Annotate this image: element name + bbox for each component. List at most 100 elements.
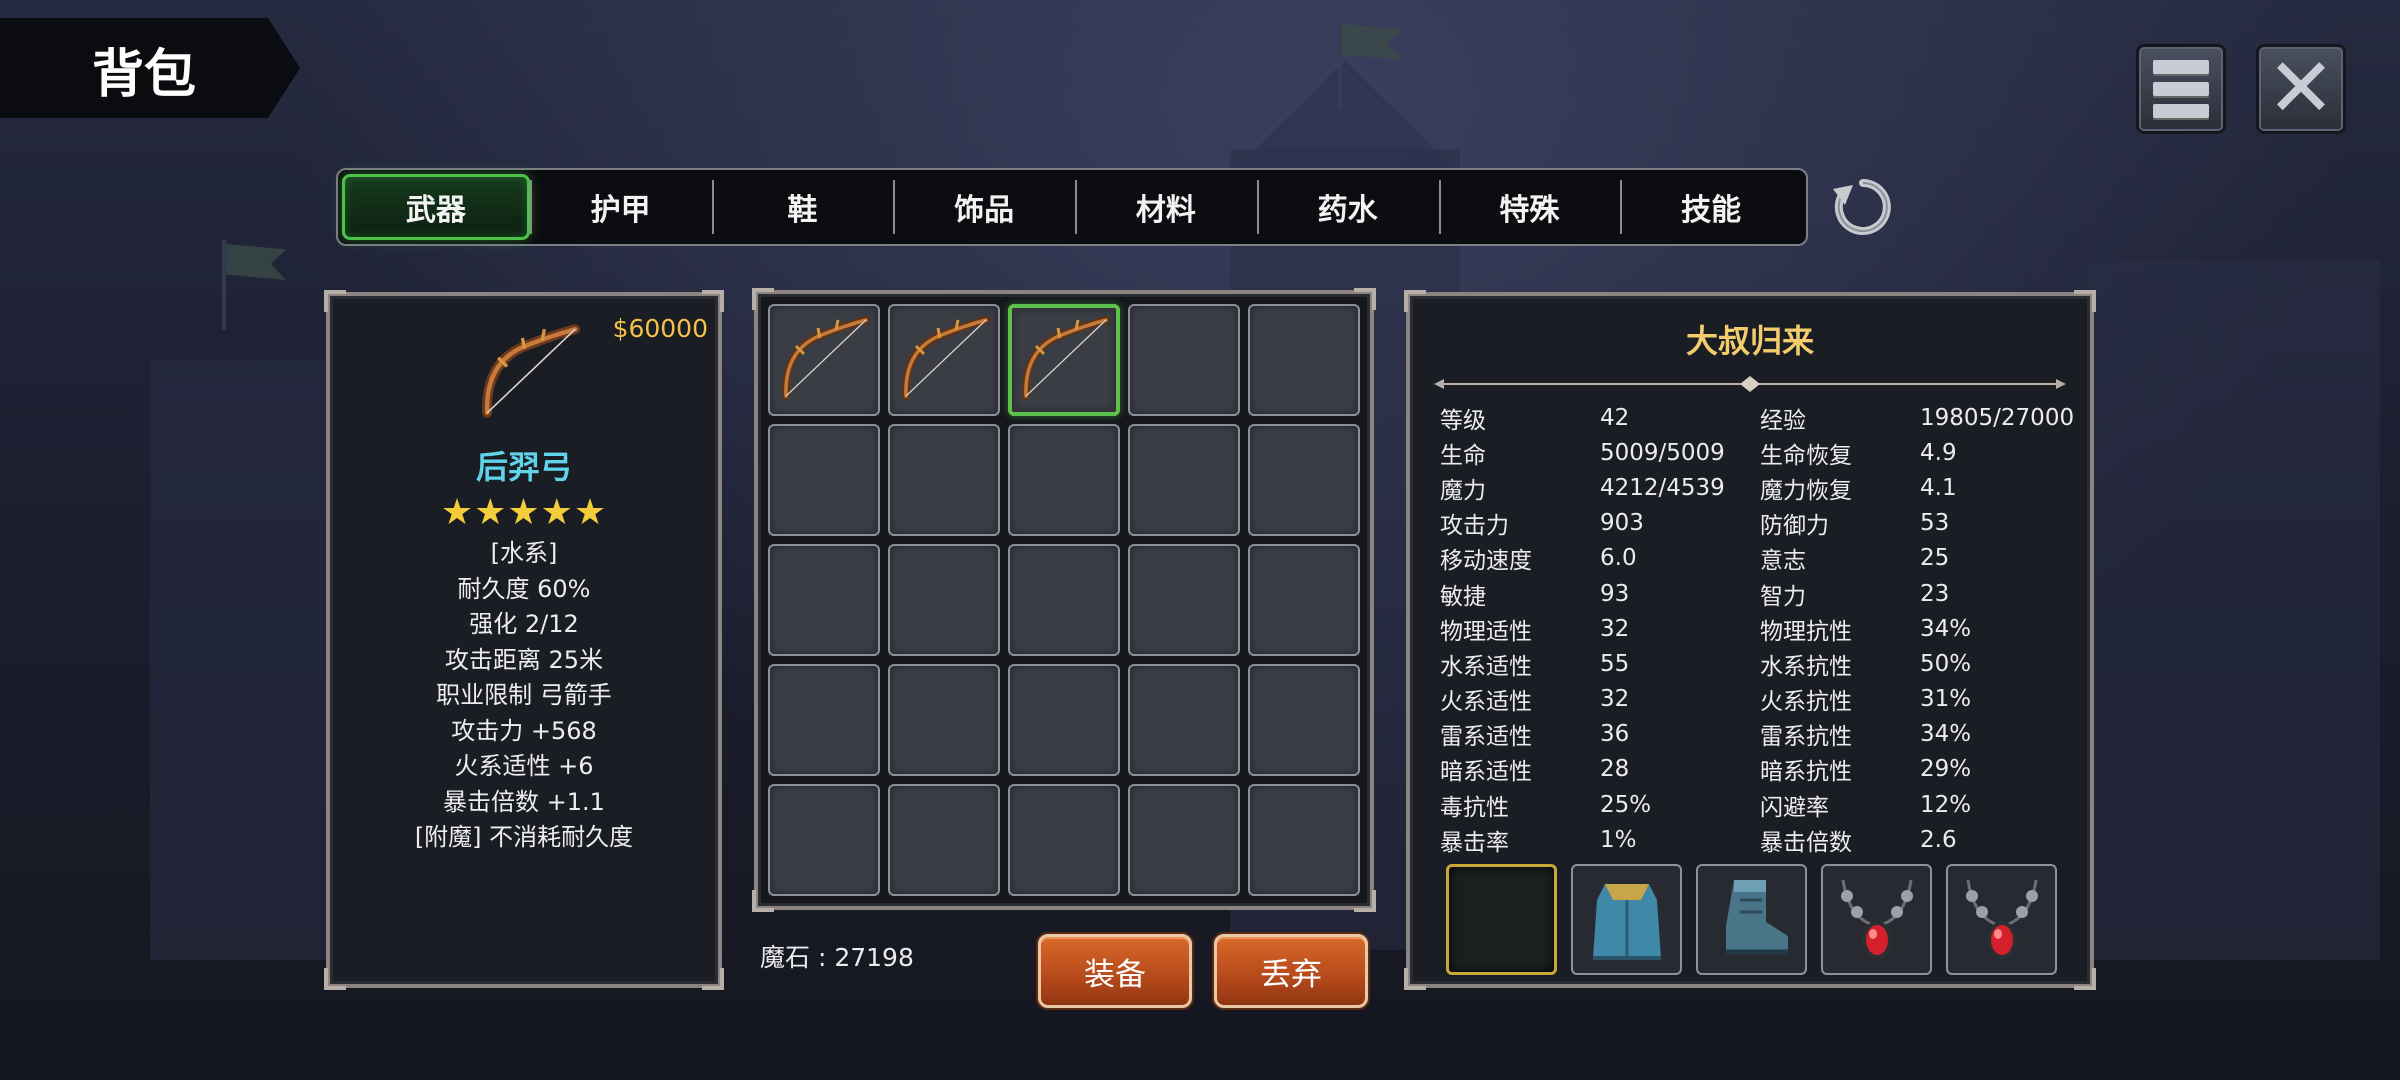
inventory-slot-empty[interactable] — [768, 424, 880, 536]
stat-label: 等级 — [1440, 407, 1486, 434]
necklace-icon — [1954, 870, 2050, 970]
stat-row: 等级 42 经验 19805/27000 — [1440, 400, 2080, 435]
stat-value: 1% — [1600, 826, 1637, 853]
inventory-slot-empty[interactable] — [1128, 784, 1240, 896]
stat-label: 水系适性 — [1440, 653, 1532, 680]
bow-icon — [894, 308, 994, 412]
stat-label: 雷系抗性 — [1760, 724, 1852, 751]
equipment-slot[interactable] — [1571, 864, 1682, 975]
stat-value: 53 — [1920, 510, 1950, 537]
stat-value: 4212/4539 — [1600, 474, 1725, 501]
stat-label: 水系抗性 — [1760, 653, 1852, 680]
stat-value: 32 — [1600, 686, 1630, 713]
item-attribute: [水系] — [490, 539, 558, 567]
stat-label: 魔力恢复 — [1760, 477, 1852, 504]
stat-label: 意志 — [1760, 548, 1806, 575]
stat-value: 4.1 — [1920, 474, 1957, 501]
discard-button[interactable]: 丢弃 — [1214, 934, 1368, 1008]
tab-material[interactable]: 材料 — [1075, 174, 1257, 240]
stat-label: 雷系适性 — [1440, 724, 1532, 751]
stat-value: 5009/5009 — [1600, 439, 1725, 466]
tab-armor[interactable]: 护甲 — [529, 174, 712, 240]
equip-button[interactable]: 装备 — [1038, 934, 1192, 1008]
inventory-slot-empty[interactable] — [768, 664, 880, 776]
stat-value: 34% — [1920, 721, 1972, 748]
menu-button[interactable] — [2136, 44, 2226, 134]
stat-label: 暴击率 — [1440, 829, 1509, 856]
item-attribute: 火系适性 +6 — [454, 752, 594, 780]
inventory-slot-empty[interactable] — [1008, 544, 1120, 656]
inventory-slot-empty[interactable] — [768, 784, 880, 896]
tab-potion[interactable]: 药水 — [1256, 174, 1439, 240]
stat-value: 32 — [1600, 615, 1630, 642]
item-attribute: 攻击距离 25米 — [444, 645, 604, 674]
stat-value: 42 — [1600, 404, 1630, 431]
tab-accessory[interactable]: 饰品 — [893, 174, 1075, 240]
stat-label: 魔力 — [1440, 477, 1486, 504]
stat-value: 23 — [1920, 580, 1950, 607]
inventory-slot-empty[interactable] — [888, 424, 1000, 536]
equipment-slot[interactable] — [1446, 864, 1557, 975]
inventory-slot-empty[interactable] — [1248, 544, 1360, 656]
equipment-slot[interactable] — [1946, 864, 2057, 975]
cloak-icon — [1579, 870, 1675, 970]
stat-value: 19805/27000 — [1920, 404, 2075, 431]
tab-weapon[interactable]: 武器 — [342, 174, 530, 240]
refresh-icon — [1833, 179, 1891, 235]
stat-row: 攻击力 903 防御力 53 — [1440, 506, 2080, 541]
refresh-button[interactable] — [1830, 174, 1896, 240]
stat-label: 暴击倍数 — [1760, 829, 1852, 856]
stat-value: 4.9 — [1920, 439, 1957, 466]
inventory-slot-filled[interactable] — [1008, 304, 1120, 416]
inventory-slot-empty[interactable] — [1248, 784, 1360, 896]
inventory-slot-empty[interactable] — [888, 784, 1000, 896]
boot-icon — [1704, 870, 1800, 970]
inventory-slot-empty[interactable] — [1008, 664, 1120, 776]
stat-row: 魔力 4212/4539 魔力恢复 4.1 — [1440, 470, 2080, 505]
stat-label: 火系适性 — [1440, 689, 1532, 716]
stat-value: 25% — [1600, 791, 1652, 818]
stat-value: 34% — [1920, 615, 1972, 642]
inventory-slot-empty[interactable] — [888, 544, 1000, 656]
equipment-slot[interactable] — [1696, 864, 1807, 975]
item-attribute: 暴击倍数 +1.1 — [443, 787, 605, 816]
inventory-slot-empty[interactable] — [1248, 424, 1360, 536]
bow-icon — [774, 308, 874, 412]
inventory-slot-empty[interactable] — [888, 664, 1000, 776]
inventory-grid — [768, 304, 1360, 896]
background-flag-left — [222, 240, 226, 330]
tab-skill[interactable]: 技能 — [1620, 174, 1802, 240]
inventory-slot-empty[interactable] — [1248, 664, 1360, 776]
inventory-slot-empty[interactable] — [1128, 544, 1240, 656]
inventory-slot-empty[interactable] — [1008, 784, 1120, 896]
inventory-slot-filled[interactable] — [768, 304, 880, 416]
stat-value: 25 — [1920, 545, 1950, 572]
inventory-slot-empty[interactable] — [1128, 424, 1240, 536]
stat-label: 防御力 — [1760, 513, 1829, 540]
stat-label: 移动速度 — [1440, 548, 1532, 575]
inventory-slot-empty[interactable] — [1248, 304, 1360, 416]
stat-value: 55 — [1600, 650, 1630, 677]
stat-row: 敏捷 93 智力 23 — [1440, 576, 2080, 611]
inventory-slot-filled[interactable] — [888, 304, 1000, 416]
tab-special[interactable]: 特殊 — [1438, 174, 1621, 240]
item-star-rating: ★★★★★ — [440, 492, 608, 533]
item-attribute: 攻击力 +568 — [451, 716, 597, 745]
close-icon: ✕ — [2266, 41, 2336, 136]
inventory-slot-empty[interactable] — [1008, 424, 1120, 536]
stat-row: 水系适性 55 水系抗性 50% — [1440, 646, 2080, 681]
tab-shoes[interactable]: 鞋 — [711, 174, 894, 240]
equipment-slot[interactable] — [1821, 864, 1932, 975]
mana-stone-count: 魔石 : 27198 — [760, 943, 914, 972]
item-detail-panel: $60000 后羿弓 ★★★★★ [水系] 耐久度 60% 强化 2/12 攻击… — [324, 290, 724, 990]
stat-value: 6.0 — [1600, 545, 1637, 572]
stat-value: 12% — [1920, 791, 1972, 818]
inventory-slot-empty[interactable] — [768, 544, 880, 656]
inventory-panel — [752, 288, 1376, 912]
stat-label: 生命恢复 — [1760, 442, 1852, 469]
stat-row: 暗系适性 28 暗系抗性 29% — [1440, 752, 2080, 787]
close-button[interactable]: ✕ — [2256, 44, 2346, 134]
stat-value: 93 — [1600, 580, 1630, 607]
inventory-slot-empty[interactable] — [1128, 664, 1240, 776]
inventory-slot-empty[interactable] — [1128, 304, 1240, 416]
